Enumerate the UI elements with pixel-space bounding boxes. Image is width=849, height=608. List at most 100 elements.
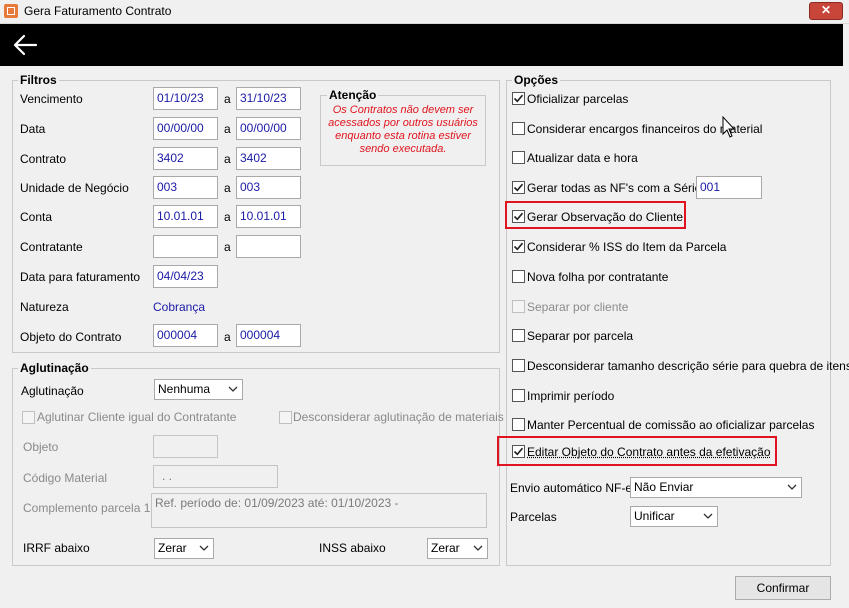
check-icon xyxy=(513,241,524,252)
objeto-label: Objeto xyxy=(23,440,58,454)
confirm-button[interactable]: Confirmar xyxy=(735,576,831,600)
contrato-from-input[interactable]: 3402 xyxy=(153,147,218,170)
atencao-line-1: Os Contratos não devem ser xyxy=(322,104,484,117)
conta-from-input[interactable]: 10.01.01 xyxy=(153,205,218,228)
oficializar-parcelas-label: Oficializar parcelas xyxy=(527,92,628,106)
contrato-to-input[interactable]: 3402 xyxy=(236,147,301,170)
check-icon xyxy=(513,182,524,193)
irrf-select[interactable]: Zerar xyxy=(154,538,214,559)
desconsiderar-tamanho-label: Desconsiderar tamanho descrição série pa… xyxy=(527,359,849,373)
aglutinar-cliente-label: Aglutinar Cliente igual do Contratante xyxy=(37,410,236,424)
objeto-to-input[interactable]: 000004 xyxy=(236,324,301,347)
cursor-icon xyxy=(722,116,738,142)
codigo-material-label: Código Material xyxy=(23,471,107,485)
editar-objeto-label: Editar Objeto do Contrato antes da efeti… xyxy=(527,445,771,459)
data-faturamento-label: Data para faturamento xyxy=(20,270,140,284)
manter-percentual-checkbox[interactable] xyxy=(512,418,525,431)
gerar-observacao-checkbox[interactable] xyxy=(512,210,525,223)
check-icon xyxy=(513,446,524,457)
separar-cliente-label: Separar por cliente xyxy=(527,300,628,314)
desconsiderar-tamanho-checkbox[interactable] xyxy=(512,359,525,372)
objeto-from-input[interactable]: 000004 xyxy=(153,324,218,347)
back-arrow-icon[interactable] xyxy=(12,33,38,57)
chevron-down-icon xyxy=(473,544,483,552)
atencao-title: Atenção xyxy=(327,88,378,102)
irrf-label: IRRF abaixo xyxy=(23,541,90,555)
contratante-label: Contratante xyxy=(20,240,83,254)
check-icon xyxy=(513,93,524,104)
objeto-input[interactable] xyxy=(153,435,218,458)
unidade-label: Unidade de Negócio xyxy=(20,181,129,195)
data-to-input[interactable]: 00/00/00 xyxy=(236,117,301,140)
contratante-to-input[interactable] xyxy=(236,235,301,258)
separar-cliente-checkbox[interactable] xyxy=(512,300,525,313)
inss-select[interactable]: Zerar xyxy=(427,538,488,559)
complemento-label: Complemento parcela 1 xyxy=(23,501,150,515)
irrf-select-value: Zerar xyxy=(158,541,187,555)
oficializar-parcelas-checkbox[interactable] xyxy=(512,92,525,105)
parcelas-label: Parcelas xyxy=(510,510,557,524)
desconsiderar-materiais-label: Desconsiderar aglutinação de materiais xyxy=(293,410,504,424)
data-from-input[interactable]: 00/00/00 xyxy=(153,117,218,140)
close-button[interactable]: ✕ xyxy=(809,2,843,20)
nova-folha-label: Nova folha por contratante xyxy=(527,270,668,284)
aglutinar-cliente-checkbox[interactable] xyxy=(22,411,35,424)
atencao-line-4: sendo executada. xyxy=(322,143,484,156)
unidade-from-input[interactable]: 003 xyxy=(153,176,218,199)
serie-input[interactable]: 001 xyxy=(696,176,762,199)
toolbar xyxy=(0,24,843,66)
gerar-nfs-serie-checkbox[interactable] xyxy=(512,181,525,194)
considerar-iss-label: Considerar % ISS do Item da Parcela xyxy=(527,240,726,254)
range-separator: a xyxy=(224,181,231,195)
window-title: Gera Faturamento Contrato xyxy=(24,4,171,18)
atencao-line-3: enquanto esta rotina estiver xyxy=(322,130,484,143)
editar-objeto-checkbox[interactable] xyxy=(512,445,525,458)
data-label: Data xyxy=(20,122,45,136)
contrato-label: Contrato xyxy=(20,152,66,166)
gerar-nfs-serie-label: Gerar todas as NF's com a Série xyxy=(527,181,701,195)
range-separator: a xyxy=(224,122,231,136)
range-separator: a xyxy=(224,92,231,106)
aglutinacao-select[interactable]: Nenhuma xyxy=(154,379,243,400)
aglutinacao-select-value: Nenhuma xyxy=(158,382,210,396)
vencimento-to-input[interactable]: 31/10/23 xyxy=(236,87,301,110)
objeto-contrato-label: Objeto do Contrato xyxy=(20,330,121,344)
manter-percentual-label: Manter Percentual de comissão ao oficial… xyxy=(527,418,814,432)
vencimento-label: Vencimento xyxy=(20,92,83,106)
inss-select-value: Zerar xyxy=(431,541,460,555)
envio-select[interactable]: Não Enviar xyxy=(630,477,802,498)
imprimir-periodo-label: Imprimir período xyxy=(527,389,614,403)
aglutinacao-label: Aglutinação xyxy=(21,384,84,398)
natureza-value: Cobrança xyxy=(153,300,205,314)
data-faturamento-input[interactable]: 04/04/23 xyxy=(153,265,218,288)
range-separator: a xyxy=(224,240,231,254)
considerar-encargos-checkbox[interactable] xyxy=(512,122,525,135)
check-icon xyxy=(513,211,524,222)
separar-parcela-checkbox[interactable] xyxy=(512,329,525,342)
chevron-down-icon xyxy=(787,483,797,491)
range-separator: a xyxy=(224,330,231,344)
gerar-observacao-label: Gerar Observação do Cliente xyxy=(527,210,683,224)
contratante-from-input[interactable] xyxy=(153,235,218,258)
vencimento-from-input[interactable]: 01/10/23 xyxy=(153,87,218,110)
imprimir-periodo-checkbox[interactable] xyxy=(512,389,525,402)
nova-folha-checkbox[interactable] xyxy=(512,270,525,283)
complemento-textarea[interactable]: Ref. período de: 01/09/2023 até: 01/10/2… xyxy=(151,493,487,528)
considerar-iss-checkbox[interactable] xyxy=(512,240,525,253)
inss-label: INSS abaixo xyxy=(319,541,386,555)
codigo-material-input[interactable]: . . xyxy=(153,465,278,488)
conta-to-input[interactable]: 10.01.01 xyxy=(236,205,301,228)
app-icon xyxy=(4,4,18,18)
parcelas-select-value: Unificar xyxy=(634,509,675,523)
atualizar-data-hora-checkbox[interactable] xyxy=(512,151,525,164)
atualizar-data-hora-label: Atualizar data e hora xyxy=(527,151,638,165)
natureza-label: Natureza xyxy=(20,300,69,314)
unidade-to-input[interactable]: 003 xyxy=(236,176,301,199)
atencao-line-2: acessados por outros usuários xyxy=(322,117,484,130)
range-separator: a xyxy=(224,152,231,166)
envio-select-value: Não Enviar xyxy=(634,480,693,494)
chevron-down-icon xyxy=(703,512,713,520)
filtros-legend: Filtros xyxy=(18,73,59,87)
desconsiderar-materiais-checkbox[interactable] xyxy=(279,411,292,424)
parcelas-select[interactable]: Unificar xyxy=(630,506,718,527)
